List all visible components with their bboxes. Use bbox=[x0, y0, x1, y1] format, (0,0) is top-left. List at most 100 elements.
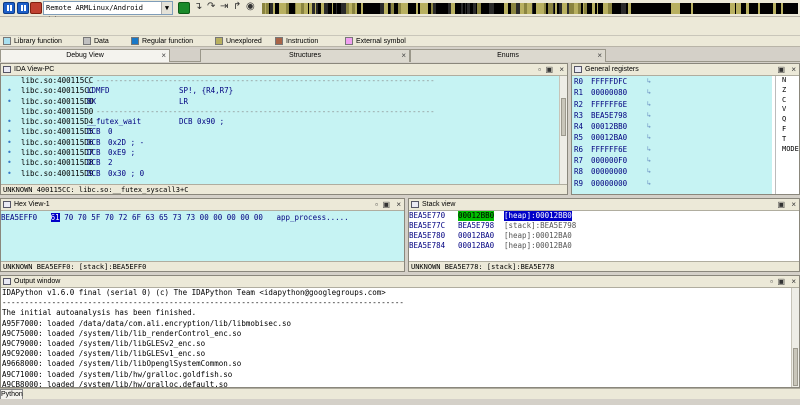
jump-arrow-icon[interactable]: ↳ bbox=[647, 178, 651, 189]
chevron-down-icon[interactable]: ▼ bbox=[161, 2, 172, 14]
flags-list[interactable]: N Z C V Q F T MODE bbox=[775, 76, 799, 194]
jump-arrow-icon[interactable]: ↳ bbox=[647, 144, 651, 155]
disassembly-line[interactable]: • libc.so:400115D7 DCB 0xE9 ; bbox=[1, 148, 559, 158]
maximize-icon[interactable]: ▣ bbox=[777, 276, 785, 287]
jump-arrow-icon[interactable]: ↳ bbox=[647, 76, 651, 87]
register-row[interactable]: R1 00000080 ↳ bbox=[572, 87, 772, 98]
output-scrollbar[interactable] bbox=[791, 288, 799, 387]
jump-arrow-icon[interactable]: ↳ bbox=[647, 155, 651, 166]
maximize-icon[interactable]: ▣ bbox=[382, 199, 390, 210]
stack-row[interactable]: BEA5E77C BEA5E798 [stack]:BEA5E798 bbox=[409, 221, 799, 231]
disassembly-line[interactable]: • libc.so:400115D4 __futex_wait DCB 0x90 ; bbox=[1, 117, 559, 127]
disassembly-line[interactable]: • libc.so:400115D5 DCB 0 bbox=[1, 127, 559, 137]
register-row[interactable]: R3 BEA5E798 ↳ bbox=[572, 110, 772, 121]
jump-arrow-icon[interactable]: ↳ bbox=[647, 121, 651, 132]
scrollbar-thumb[interactable] bbox=[793, 348, 798, 386]
checkmark-icon[interactable] bbox=[178, 2, 190, 14]
close-icon[interactable]: × bbox=[791, 199, 796, 210]
close-icon[interactable]: × bbox=[559, 64, 564, 75]
stack-row[interactable]: BEA5E780 00012BA0 [heap]:00012BA0 bbox=[409, 231, 799, 241]
stop-button[interactable] bbox=[30, 2, 42, 14]
jump-arrow-icon[interactable]: ↳ bbox=[647, 87, 651, 98]
pause-button[interactable] bbox=[17, 2, 29, 14]
flag-item[interactable]: V bbox=[776, 105, 799, 115]
register-list[interactable]: R0 FFFFFDFC ↳ R1 00000080 ↳ R2 FFFFFF6E ↳ R3 BEA5E… bbox=[572, 76, 772, 194]
flag-item[interactable]: MODE bbox=[776, 145, 799, 155]
maximize-icon[interactable]: ▣ bbox=[777, 64, 785, 75]
flag-item[interactable]: Z bbox=[776, 86, 799, 96]
register-value[interactable]: 00000000 bbox=[591, 166, 627, 177]
close-icon[interactable]: × bbox=[791, 276, 796, 287]
register-value[interactable]: 00000000 bbox=[591, 178, 627, 189]
ida-view-scrollbar[interactable] bbox=[559, 76, 567, 184]
register-row[interactable]: R2 FFFFFF6E ↳ bbox=[572, 99, 772, 110]
breakpoint-dot-icon[interactable]: • bbox=[7, 117, 12, 127]
register-value[interactable]: FFFFFF6E bbox=[591, 99, 627, 110]
register-row[interactable]: R6 FFFFFF6E ↳ bbox=[572, 144, 772, 155]
flag-item[interactable]: Q bbox=[776, 115, 799, 125]
step-out-icon[interactable]: ↱ bbox=[233, 1, 241, 13]
tab-debug-view[interactable]: Debug View × bbox=[0, 49, 170, 62]
stack-list[interactable]: BEA5E770 00012BB0 [heap]:00012BB0 BEA5E77C B… bbox=[409, 211, 799, 261]
maximize-icon[interactable]: ▣ bbox=[545, 64, 553, 75]
breakpoint-dot-icon[interactable]: • bbox=[7, 148, 12, 158]
disassembly-line[interactable]: • libc.so:400115D8 DCB 2 bbox=[1, 158, 559, 168]
flag-item[interactable]: C bbox=[776, 96, 799, 106]
register-value[interactable]: 00000080 bbox=[591, 87, 627, 98]
disassembly-line[interactable]: • libc.so:400115D0 BX LR bbox=[1, 97, 559, 107]
stack-row[interactable]: BEA5E784 00012BA0 [heap]:00012BA0 bbox=[409, 241, 799, 251]
register-value[interactable]: FFFFFF6E bbox=[591, 144, 627, 155]
output-log[interactable]: IDAPython v1.6.0 final (serial 0) (c) Th… bbox=[1, 288, 791, 387]
minimize-icon[interactable]: ▫ bbox=[375, 199, 378, 210]
disassembly-line[interactable]: libc.so:400115CC; ----------------------… bbox=[1, 76, 559, 86]
flag-item[interactable]: F bbox=[776, 125, 799, 135]
breakpoint-dot-icon[interactable]: • bbox=[7, 138, 12, 148]
register-value[interactable]: BEA5E798 bbox=[591, 110, 627, 121]
flag-item[interactable]: T bbox=[776, 135, 799, 145]
close-icon[interactable]: × bbox=[401, 50, 406, 62]
tab-enums[interactable]: Enums × bbox=[410, 49, 606, 62]
disassembly-line[interactable]: libc.so:400115D0; ----------------------… bbox=[1, 107, 559, 117]
jump-arrow-icon[interactable]: ↳ bbox=[647, 110, 651, 121]
disassembly-listing[interactable]: libc.so:400115CC; ----------------------… bbox=[1, 76, 559, 184]
close-icon[interactable]: × bbox=[161, 50, 166, 62]
register-row[interactable]: R0 FFFFFDFC ↳ bbox=[572, 76, 772, 87]
disassembly-line[interactable]: • libc.so:400115CC LDMFD SP!, {R4,R7} bbox=[1, 86, 559, 96]
run-to-cursor-icon[interactable]: ⇥ bbox=[220, 1, 228, 13]
play-button[interactable] bbox=[3, 2, 15, 14]
disassembly-line[interactable]: • libc.so:400115D9 DCB 0x30 ; 0 bbox=[1, 169, 559, 179]
scrollbar-thumb[interactable] bbox=[561, 98, 566, 136]
register-row[interactable]: R9 00000000 ↳ bbox=[572, 178, 772, 189]
maximize-icon[interactable]: ▣ bbox=[777, 199, 785, 210]
breakpoint-dot-icon[interactable]: • bbox=[7, 169, 12, 179]
jump-arrow-icon[interactable]: ↳ bbox=[647, 132, 651, 143]
tab-structures[interactable]: Structures × bbox=[200, 49, 410, 62]
navigation-band[interactable] bbox=[262, 3, 798, 14]
disassembly-line[interactable]: • libc.so:400115D6 DCB 0x2D ; - bbox=[1, 138, 559, 148]
breakpoint-dot-icon[interactable]: • bbox=[7, 86, 12, 96]
minimize-icon[interactable]: ▫ bbox=[538, 64, 541, 75]
close-icon[interactable]: × bbox=[597, 50, 602, 62]
hex-dump[interactable]: BEA5EFF0 61 70 70 5F 70 72 6F 63 65 73 7… bbox=[1, 211, 404, 261]
step-into-icon[interactable]: ↴ bbox=[194, 1, 202, 13]
step-over-icon[interactable]: ↷ bbox=[207, 1, 215, 13]
stack-row[interactable]: BEA5E770 00012BB0 [heap]:00012BB0 bbox=[409, 211, 799, 221]
register-value[interactable]: 00012BB0 bbox=[591, 121, 627, 132]
debugger-select[interactable]: Remote ARMLinux/Android debugger ▼ bbox=[43, 1, 173, 24]
register-value[interactable]: 000000F0 bbox=[591, 155, 627, 166]
jump-arrow-icon[interactable]: ↳ bbox=[647, 99, 651, 110]
flag-item[interactable]: N bbox=[776, 76, 799, 86]
register-value[interactable]: FFFFFDFC bbox=[591, 76, 627, 87]
breakpoint-dot-icon[interactable]: • bbox=[7, 127, 12, 137]
minimize-icon[interactable]: ▫ bbox=[770, 276, 773, 287]
breakpoint-icon[interactable]: ◉ bbox=[246, 1, 255, 13]
close-icon[interactable]: × bbox=[396, 199, 401, 210]
jump-arrow-icon[interactable]: ↳ bbox=[647, 166, 651, 177]
breakpoint-dot-icon[interactable]: • bbox=[7, 158, 12, 168]
register-row[interactable]: R5 00012BA0 ↳ bbox=[572, 132, 772, 143]
breakpoint-dot-icon[interactable]: • bbox=[7, 97, 12, 107]
register-row[interactable]: R7 000000F0 ↳ bbox=[572, 155, 772, 166]
register-row[interactable]: R8 00000000 ↳ bbox=[572, 166, 772, 177]
register-value[interactable]: 00012BA0 bbox=[591, 132, 627, 143]
register-row[interactable]: R4 00012BB0 ↳ bbox=[572, 121, 772, 132]
